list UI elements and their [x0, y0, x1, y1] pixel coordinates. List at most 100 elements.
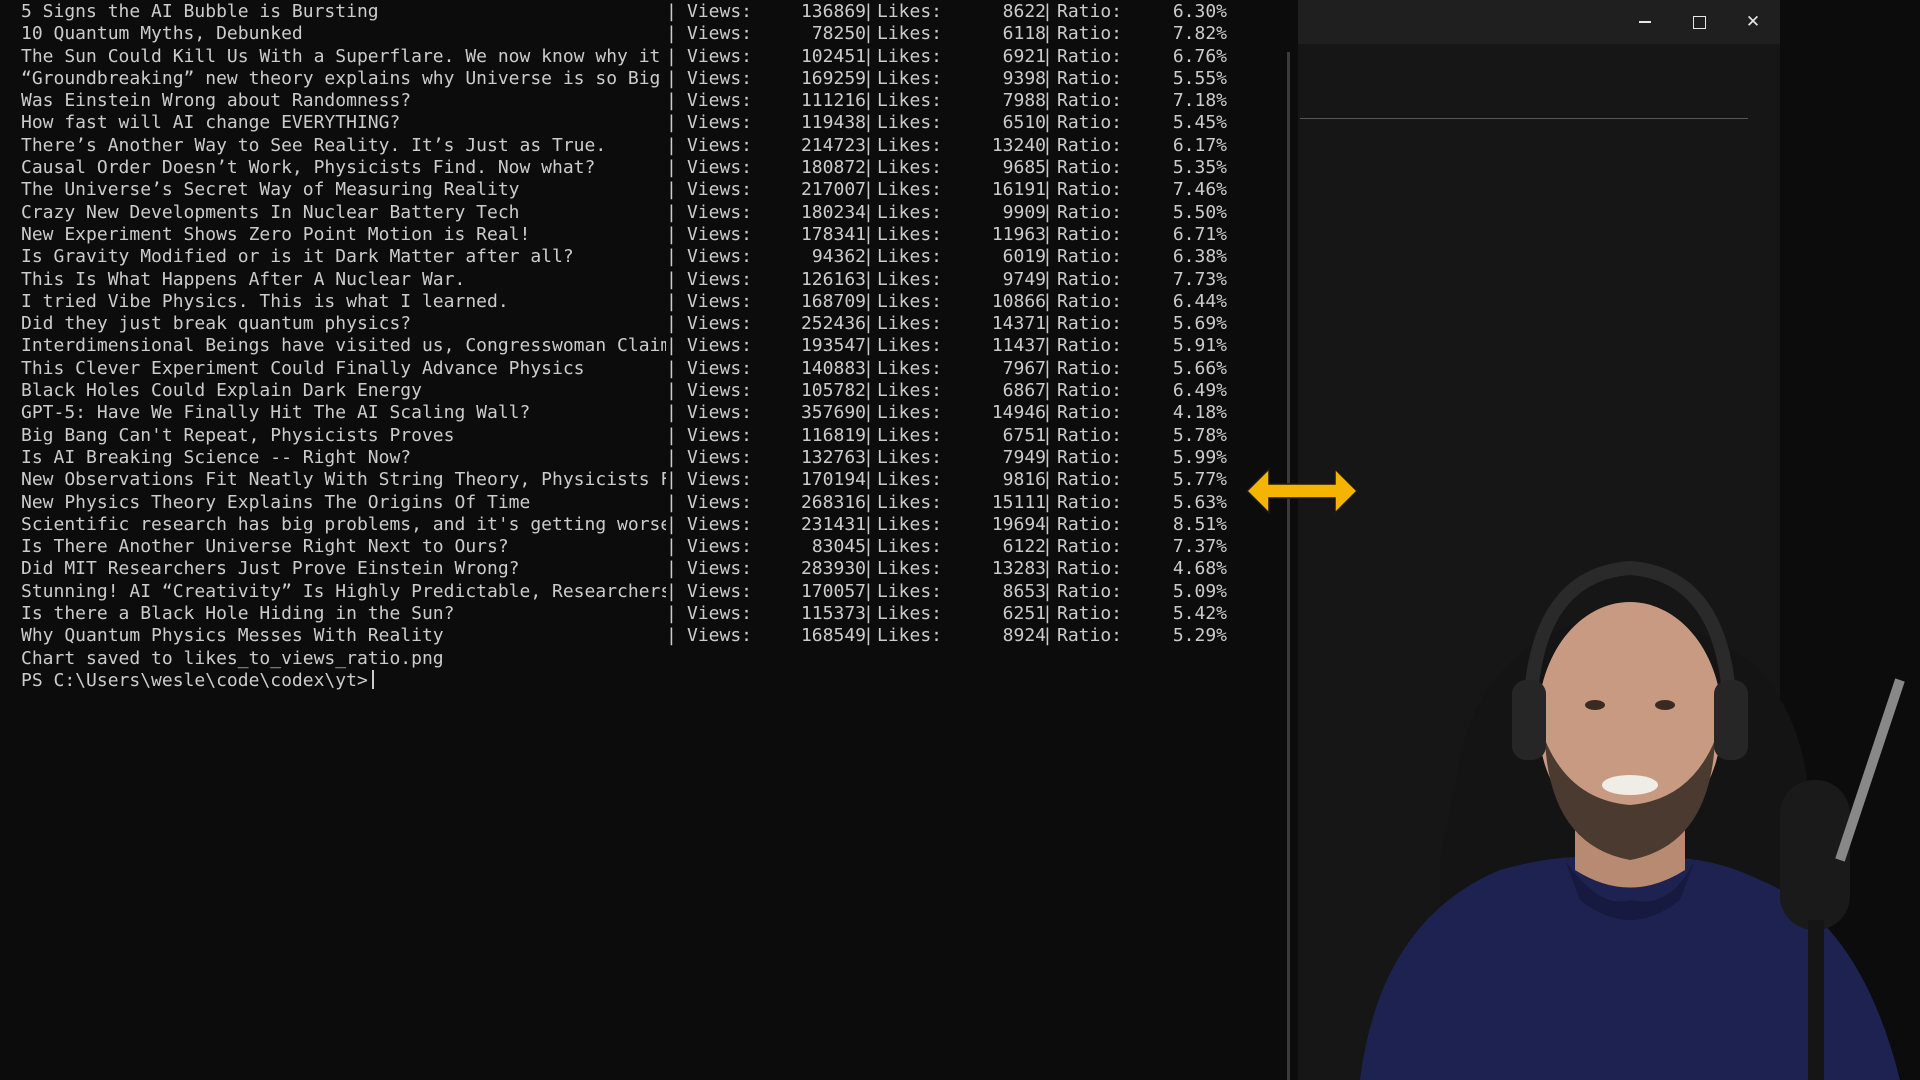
resize-horizontal-icon[interactable] [1245, 466, 1359, 516]
window-titlebar[interactable]: ✕ [1298, 0, 1780, 44]
terminal-row-title: Interdimensional Beings have visited us,… [21, 335, 666, 357]
terminal-row-title: Was Einstein Wrong about Randomness? [21, 90, 412, 112]
column-separator: | [666, 201, 677, 223]
ratio-label: Ratio: [1057, 45, 1123, 67]
terminal-row: Causal Order Doesn’t Work, Physicists Fi… [21, 157, 1227, 179]
likes-label: Likes: [877, 424, 943, 446]
views-label: Views: [687, 380, 753, 402]
webcam-person-with-headphones [1360, 560, 1905, 1080]
column-separator: | [863, 491, 874, 513]
column-separator: | [666, 357, 677, 379]
column-separator: | [666, 67, 677, 89]
maximize-button[interactable] [1672, 0, 1726, 44]
terminal-window[interactable]: 5 Signs the AI Bubble is Bursting | Views:… [0, 0, 1291, 1080]
column-separator: | [666, 402, 677, 424]
column-separator: | [863, 402, 874, 424]
likes-value: 9398 [1002, 67, 1046, 89]
column-separator: | [1042, 179, 1053, 201]
likes-label: Likes: [877, 23, 943, 45]
divider [1300, 118, 1748, 119]
column-separator: | [863, 157, 874, 179]
column-separator: | [863, 513, 874, 535]
terminal-row-title: New Experiment Shows Zero Point Motion i… [21, 223, 531, 245]
likes-label: Likes: [877, 112, 943, 134]
maximize-icon [1692, 15, 1706, 29]
terminal-row-title: I tried Vibe Physics. This is what I lea… [21, 290, 509, 312]
column-separator: | [666, 290, 677, 312]
column-separator: | [1042, 112, 1053, 134]
terminal-row-title: 5 Signs the AI Bubble is Bursting [21, 1, 379, 22]
column-separator: | [666, 112, 677, 134]
likes-label: Likes: [877, 201, 943, 223]
likes-value: 6510 [1002, 112, 1046, 134]
terminal-row: Is There Another Universe Right Next to … [21, 536, 1227, 558]
column-separator: | [1042, 491, 1053, 513]
likes-value: 6867 [1002, 380, 1046, 402]
column-separator: | [863, 246, 874, 268]
ratio-value: 6.71% [1172, 223, 1227, 245]
likes-label: Likes: [877, 268, 943, 290]
column-separator: | [1042, 469, 1053, 491]
terminal-row-title: GPT-5: Have We Finally Hit The AI Scalin… [21, 402, 531, 424]
terminal-scrollbar[interactable] [1287, 52, 1290, 1080]
column-separator: | [1042, 625, 1053, 647]
ratio-label: Ratio: [1057, 536, 1123, 558]
likes-label: Likes: [877, 246, 943, 268]
column-separator: | [863, 112, 874, 134]
views-value: 140883 [800, 357, 866, 379]
views-value: 78250 [811, 23, 866, 45]
close-button[interactable]: ✕ [1726, 0, 1780, 44]
column-separator: | [1042, 23, 1053, 45]
column-separator: | [1042, 380, 1053, 402]
views-label: Views: [687, 112, 753, 134]
column-separator: | [1042, 446, 1053, 468]
likes-value: 7988 [1002, 90, 1046, 112]
ratio-label: Ratio: [1057, 469, 1123, 491]
shell-prompt-line[interactable]: PS C:\Users\wesle\code\codex\yt> [21, 669, 444, 692]
likes-label: Likes: [877, 380, 943, 402]
terminal-row: New Observations Fit Neatly With String … [21, 469, 1227, 491]
ratio-label: Ratio: [1057, 246, 1123, 268]
column-separator: | [863, 469, 874, 491]
terminal-row: There’s Another Way to See Reality. It’s… [21, 135, 1227, 157]
ratio-label: Ratio: [1057, 67, 1123, 89]
views-value: 231431 [800, 513, 866, 535]
views-value: 126163 [800, 268, 866, 290]
terminal-row: “Groundbreaking” new theory explains why… [21, 68, 1227, 90]
likes-value: 6122 [1002, 536, 1046, 558]
column-separator: | [863, 536, 874, 558]
views-value: 214723 [800, 134, 866, 156]
column-separator: | [1042, 402, 1053, 424]
terminal-row: Stunning! AI “Creativity” Is Highly Pred… [21, 581, 1227, 603]
likes-label: Likes: [877, 402, 943, 424]
likes-value: 9749 [1002, 268, 1046, 290]
terminal-row: Black Holes Could Explain Dark Energy | Vi… [21, 380, 1227, 402]
ratio-label: Ratio: [1057, 513, 1123, 535]
ratio-label: Ratio: [1057, 380, 1123, 402]
column-separator: | [1042, 335, 1053, 357]
column-separator: | [863, 446, 874, 468]
column-separator: | [666, 625, 677, 647]
views-value: 105782 [800, 380, 866, 402]
views-label: Views: [687, 513, 753, 535]
views-value: 111216 [800, 90, 866, 112]
ratio-label: Ratio: [1057, 223, 1123, 245]
ratio-label: Ratio: [1057, 134, 1123, 156]
views-label: Views: [687, 290, 753, 312]
terminal-row-title: There’s Another Way to See Reality. It’s… [21, 134, 607, 156]
terminal-row: Why Quantum Physics Messes With Reality |… [21, 625, 1227, 647]
minimize-button[interactable] [1618, 0, 1672, 44]
likes-value: 13240 [991, 134, 1046, 156]
column-separator: | [1042, 1, 1053, 22]
column-separator: | [666, 268, 677, 290]
chart-saved-message: Chart saved to likes_to_views_ratio.png [21, 647, 444, 669]
terminal-row-title: Is There Another Universe Right Next to … [21, 536, 509, 558]
ratio-value: 7.37% [1172, 536, 1227, 558]
ratio-value: 5.78% [1172, 424, 1227, 446]
shell-prompt: PS C:\Users\wesle\code\codex\yt> [21, 669, 368, 691]
views-value: 168709 [800, 290, 866, 312]
ratio-value: 5.63% [1172, 491, 1227, 513]
ratio-value: 6.38% [1172, 246, 1227, 268]
column-separator: | [863, 380, 874, 402]
ratio-label: Ratio: [1057, 23, 1123, 45]
